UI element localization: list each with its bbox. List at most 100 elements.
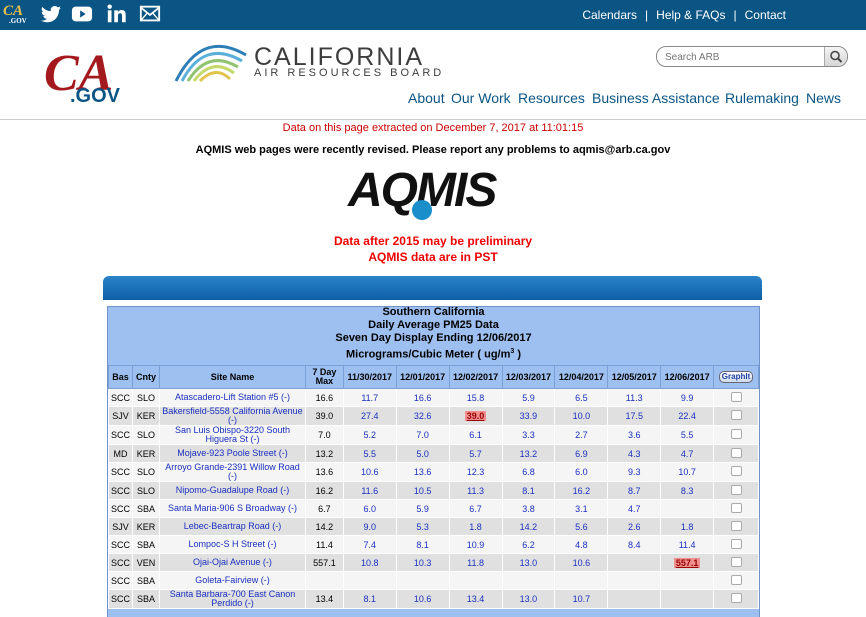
- cell-value[interactable]: 4.7: [607, 499, 662, 518]
- cell-value[interactable]: 10.3: [395, 553, 450, 572]
- exceedance-value[interactable]: 557.1: [673, 557, 701, 568]
- graph-checkbox[interactable]: [730, 429, 742, 439]
- cell-value[interactable]: 13.6: [395, 462, 450, 482]
- calendars-link[interactable]: Calendars: [582, 8, 637, 22]
- cell-value[interactable]: 11.7: [342, 388, 397, 407]
- cell-value[interactable]: 13.0: [501, 589, 556, 609]
- nav-about[interactable]: About: [408, 90, 445, 106]
- cell-value[interactable]: 3.8: [501, 499, 556, 518]
- cell-value[interactable]: 6.9: [554, 444, 609, 463]
- cell-value[interactable]: 33.9: [501, 406, 556, 426]
- cell-site-link[interactable]: Santa Maria-906 S Broadway (-): [158, 499, 307, 518]
- search-input[interactable]: [663, 49, 817, 65]
- cell-value[interactable]: 17.5: [607, 406, 662, 426]
- cell-value[interactable]: 8.1: [501, 481, 556, 500]
- twitter-icon[interactable]: [40, 3, 62, 25]
- cell-site-link[interactable]: Santa Barbara-700 East Canon Perdido (-): [158, 589, 307, 609]
- search-button[interactable]: [824, 47, 847, 66]
- cell-value[interactable]: 5.2: [342, 425, 397, 445]
- cell-value[interactable]: 1.8: [448, 517, 503, 536]
- header-date[interactable]: 12/06/2017: [660, 365, 715, 389]
- nav-our-work[interactable]: Our Work: [451, 90, 511, 106]
- cell-site-link[interactable]: Lebec-Beartrap Road (-): [158, 517, 307, 536]
- cagov-mini-logo[interactable]: CA .GOV: [3, 4, 27, 25]
- cell-value[interactable]: 9.3: [607, 462, 662, 482]
- cell-value[interactable]: [448, 571, 503, 590]
- cell-value[interactable]: 3.6: [607, 425, 662, 445]
- cell-value[interactable]: 6.0: [554, 462, 609, 482]
- graph-checkbox[interactable]: [730, 520, 742, 531]
- cagov-logo[interactable]: CA .GOV: [42, 40, 137, 113]
- cell-site-link[interactable]: Mojave-923 Poole Street (-): [158, 444, 307, 463]
- cell-value[interactable]: 27.4: [342, 406, 397, 426]
- cell-site-link[interactable]: Lompoc-S H Street (-): [158, 535, 307, 554]
- cell-value[interactable]: 1.8: [660, 517, 715, 536]
- nav-resources[interactable]: Resources: [518, 90, 585, 106]
- contact-link[interactable]: Contact: [745, 8, 786, 22]
- header-date[interactable]: 12/04/2017: [554, 365, 609, 389]
- graph-checkbox[interactable]: [730, 391, 742, 402]
- cell-value[interactable]: 10.6: [342, 462, 397, 482]
- cell-value[interactable]: 10.7: [660, 462, 715, 482]
- cell-value[interactable]: 9.9: [660, 388, 715, 407]
- cell-value[interactable]: [554, 571, 609, 590]
- header-date[interactable]: 12/02/2017: [448, 365, 503, 389]
- cell-value[interactable]: 5.7: [448, 444, 503, 463]
- cell-value[interactable]: 4.7: [660, 444, 715, 463]
- cell-value[interactable]: 16.2: [554, 481, 609, 500]
- nav-news[interactable]: News: [806, 90, 841, 106]
- cell-value[interactable]: 10.7: [554, 589, 609, 609]
- cell-value[interactable]: 7.0: [395, 425, 450, 445]
- cell-value[interactable]: 16.6: [395, 388, 450, 407]
- cell-value[interactable]: [342, 571, 397, 590]
- cell-site-link[interactable]: Ojai-Ojai Avenue (-): [158, 553, 307, 572]
- cell-value[interactable]: [660, 589, 715, 609]
- graph-checkbox[interactable]: [730, 556, 742, 567]
- cell-value[interactable]: 6.8: [501, 462, 556, 482]
- graph-checkbox[interactable]: [730, 538, 742, 549]
- cell-value[interactable]: 2.7: [554, 425, 609, 445]
- nav-business-assistance[interactable]: Business Assistance: [592, 90, 720, 106]
- header-cnty[interactable]: Cnty: [132, 365, 160, 389]
- header-date[interactable]: 12/05/2017: [607, 365, 662, 389]
- cell-value-highlight[interactable]: 39.0: [448, 406, 503, 426]
- cell-value[interactable]: 10.9: [448, 535, 503, 554]
- cell-value[interactable]: 4.8: [554, 535, 609, 554]
- graphit-button[interactable]: GraphIt: [718, 371, 754, 383]
- cell-value[interactable]: 8.3: [660, 481, 715, 500]
- cell-value[interactable]: 13.0: [501, 553, 556, 572]
- cell-value[interactable]: [607, 571, 662, 590]
- cell-value[interactable]: [501, 571, 556, 590]
- graph-checkbox[interactable]: [730, 574, 742, 585]
- cell-value[interactable]: 5.9: [395, 499, 450, 518]
- cell-value[interactable]: 11.4: [660, 535, 715, 554]
- cell-value[interactable]: 10.0: [554, 406, 609, 426]
- cell-value[interactable]: 6.7: [448, 499, 503, 518]
- cell-value[interactable]: 32.6: [395, 406, 450, 426]
- cell-value[interactable]: 11.3: [448, 481, 503, 500]
- cell-value[interactable]: 11.3: [607, 388, 662, 407]
- cell-site-link[interactable]: Bakersfield-5558 California Avenue (-): [158, 406, 307, 426]
- cell-value[interactable]: 5.9: [501, 388, 556, 407]
- cell-value[interactable]: 6.2: [501, 535, 556, 554]
- header-bas[interactable]: Bas: [107, 365, 134, 389]
- cell-value[interactable]: [660, 571, 715, 590]
- cell-site-link[interactable]: Atascadero-Lift Station #5 (-): [158, 388, 307, 407]
- header-site[interactable]: Site Name: [158, 365, 307, 389]
- cell-value[interactable]: 7.4: [342, 535, 397, 554]
- cell-value[interactable]: 5.3: [395, 517, 450, 536]
- cell-value[interactable]: 14.2: [501, 517, 556, 536]
- header-date[interactable]: 11/30/2017: [342, 365, 397, 389]
- cell-value[interactable]: [660, 499, 715, 518]
- cell-value-highlight[interactable]: 557.1: [660, 553, 715, 572]
- graph-checkbox[interactable]: [730, 447, 742, 458]
- cell-value[interactable]: 22.4: [660, 406, 715, 426]
- cell-value[interactable]: 11.8: [448, 553, 503, 572]
- cell-value[interactable]: 12.3: [448, 462, 503, 482]
- cell-site-link[interactable]: Nipomo-Guadalupe Road (-): [158, 481, 307, 500]
- cell-value[interactable]: 6.5: [554, 388, 609, 407]
- email-icon[interactable]: [139, 3, 161, 25]
- cell-value[interactable]: 10.6: [395, 589, 450, 609]
- cell-value[interactable]: 10.8: [342, 553, 397, 572]
- cell-value[interactable]: 5.0: [395, 444, 450, 463]
